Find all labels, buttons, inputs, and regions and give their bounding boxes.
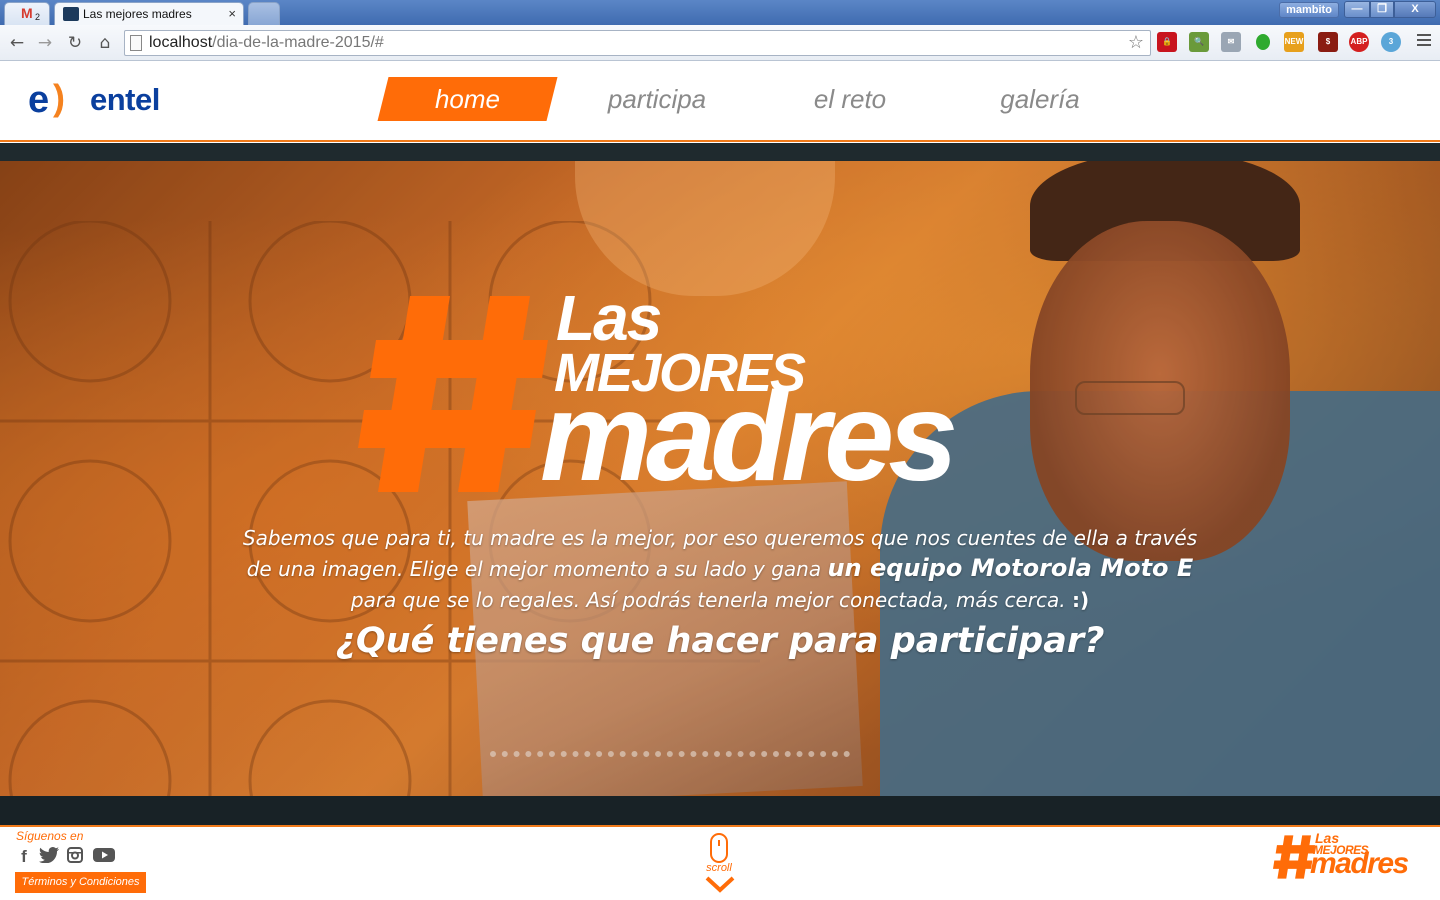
tab-title: Las mejores madres bbox=[83, 7, 192, 21]
profile-badge[interactable]: mambito bbox=[1279, 2, 1339, 18]
follow-us-label: Síguenos en bbox=[16, 829, 84, 843]
youtube-icon[interactable] bbox=[92, 847, 116, 867]
hero-title-madres: madres bbox=[540, 366, 958, 507]
leaf-icon[interactable] bbox=[1253, 32, 1273, 52]
intro-part2: para que se lo regales. Así podrás tener… bbox=[350, 588, 1072, 612]
hero-bottom-band bbox=[0, 796, 1440, 825]
instagram-icon[interactable] bbox=[66, 847, 84, 867]
forward-arrow-icon[interactable]: → bbox=[34, 32, 56, 54]
tab-gmail[interactable]: M 2 bbox=[4, 2, 50, 25]
nav-home[interactable]: home bbox=[383, 77, 552, 121]
logo-signal-icon: ) bbox=[53, 77, 65, 118]
logo-wordmark: entel bbox=[90, 82, 160, 117]
lock-icon[interactable]: 🔒 bbox=[1157, 32, 1177, 52]
hero-top-band bbox=[0, 143, 1440, 161]
hero-question: ¿Qué tienes que hacer para participar? bbox=[335, 621, 1105, 661]
menu-icon[interactable] bbox=[1417, 34, 1431, 49]
facebook-icon[interactable]: f bbox=[16, 847, 32, 867]
window-close-button[interactable]: X bbox=[1394, 1, 1436, 18]
window-minimize-button[interactable]: — bbox=[1344, 1, 1370, 18]
site-footer: Síguenos en f Términos y Condiciones scr… bbox=[0, 825, 1440, 900]
nav-el-reto[interactable]: el reto bbox=[795, 77, 905, 121]
url-text[interactable]: localhost/dia-de-la-madre-2015/# bbox=[149, 34, 384, 52]
url-path: /dia-de-la-madre-2015/# bbox=[212, 34, 384, 51]
intro-prize: un equipo Motorola Moto E bbox=[827, 554, 1194, 582]
reload-icon[interactable]: ↻ bbox=[64, 32, 86, 54]
url-host: localhost bbox=[149, 34, 213, 51]
magnifier-icon[interactable]: 🔍 bbox=[1189, 32, 1209, 52]
gmail-unread-count: 2 bbox=[35, 12, 41, 22]
new-tab-button[interactable] bbox=[248, 2, 280, 25]
window-maximize-button[interactable]: ❐ bbox=[1370, 1, 1394, 18]
site-header: e ) entel home participa el reto galería bbox=[0, 61, 1440, 142]
ghostery-icon[interactable]: 3 bbox=[1381, 32, 1401, 52]
footer-logo-madres: madres bbox=[1310, 847, 1409, 880]
gmail-icon: M bbox=[21, 5, 33, 21]
site-favicon-icon bbox=[63, 7, 79, 21]
mail-icon[interactable]: ✉ bbox=[1221, 32, 1241, 52]
adblock-icon[interactable]: ABP bbox=[1349, 32, 1369, 52]
page-icon bbox=[130, 35, 142, 51]
hero-intro-text: Sabemos que para ti, tu madre es la mejo… bbox=[240, 523, 1200, 616]
home-icon[interactable]: ⌂ bbox=[94, 32, 116, 54]
dollar-icon[interactable]: $ bbox=[1318, 32, 1338, 52]
intro-smile: :) bbox=[1071, 588, 1090, 612]
nav-participa[interactable]: participa bbox=[587, 77, 727, 121]
hashtag-logo-icon bbox=[358, 296, 548, 492]
logo-mark: e bbox=[28, 79, 50, 121]
new-icon[interactable]: NEW bbox=[1284, 32, 1304, 52]
twitter-icon[interactable] bbox=[38, 847, 60, 867]
back-arrow-icon[interactable]: ← bbox=[6, 32, 28, 54]
terms-button[interactable]: Términos y Condiciones bbox=[15, 872, 146, 893]
footer-hashtag-icon bbox=[1273, 835, 1315, 879]
bookmark-star-icon[interactable]: ☆ bbox=[1128, 32, 1144, 53]
scroll-label[interactable]: scroll bbox=[700, 862, 738, 874]
tab-las-mejores-madres[interactable]: Las mejores madres × bbox=[54, 2, 244, 25]
nav-galeria[interactable]: galería bbox=[980, 77, 1100, 121]
browser-toolbar: ← → ↻ ⌂ localhost/dia-de-la-madre-2015/#… bbox=[0, 25, 1440, 61]
scroll-mouse-icon[interactable] bbox=[710, 833, 728, 863]
browser-tab-bar: M 2 Las mejores madres × mambito — ❐ X bbox=[0, 0, 1440, 25]
address-bar[interactable]: localhost/dia-de-la-madre-2015/# ☆ bbox=[124, 30, 1151, 56]
chevron-down-icon[interactable] bbox=[704, 875, 736, 893]
tab-close-icon[interactable]: × bbox=[228, 6, 236, 21]
